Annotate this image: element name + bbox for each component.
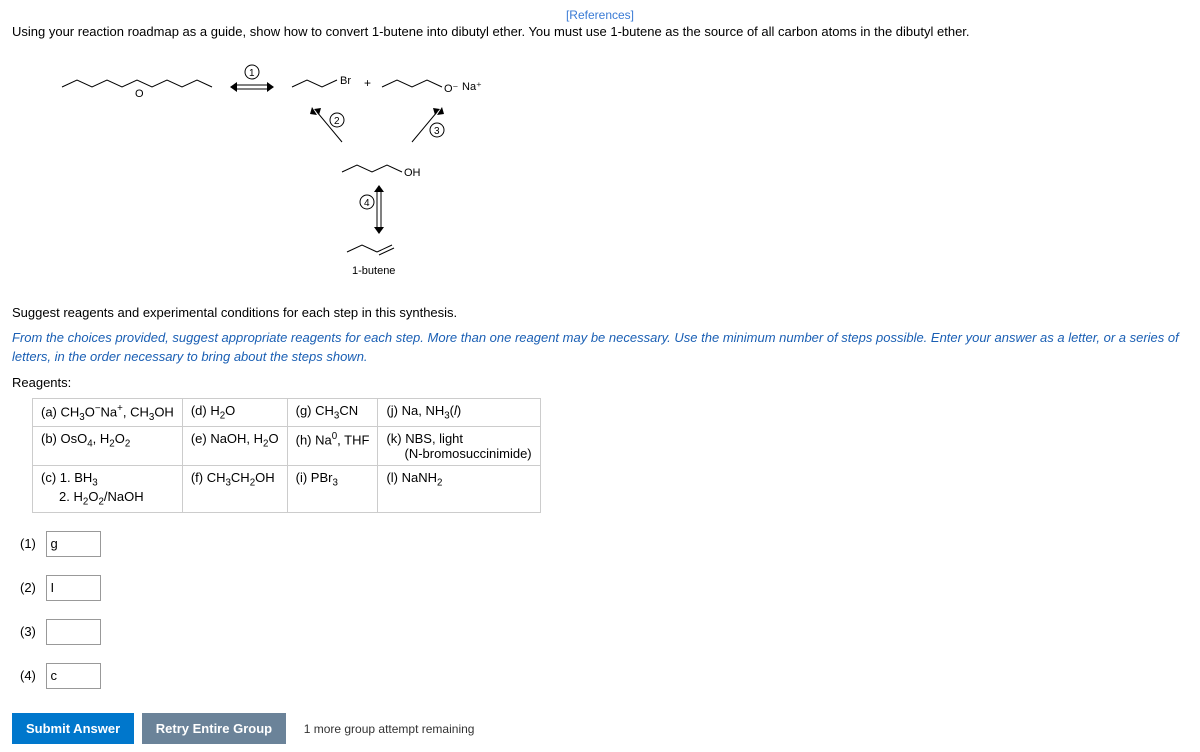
- reagent-g: (g) CH3CN: [287, 398, 378, 427]
- retry-button[interactable]: Retry Entire Group: [142, 713, 286, 744]
- reaction-scheme: O 1 Br + O⁻ Na⁺ 2 3 OH 4 1-butene: [42, 52, 1188, 285]
- step-3-label: 3: [434, 126, 440, 137]
- reagent-l: (l) NaNH2: [378, 466, 540, 512]
- answer-4-label: (4): [20, 668, 36, 683]
- reagents-table: (a) CH3O−Na+, CH3OH (d) H2O (g) CH3CN (j…: [32, 398, 541, 513]
- butene-label: 1-butene: [352, 265, 395, 277]
- detailed-instruction: From the choices provided, suggest appro…: [12, 328, 1188, 367]
- reagent-k: (k) NBS, light (N-bromosuccinimide): [378, 427, 540, 466]
- na-plus-label: Na⁺: [462, 81, 482, 93]
- step-2-label: 2: [334, 116, 340, 127]
- answer-2-input[interactable]: [46, 575, 101, 601]
- reagent-d: (d) H2O: [182, 398, 287, 427]
- submit-button[interactable]: Submit Answer: [12, 713, 134, 744]
- question-text: Using your reaction roadmap as a guide, …: [12, 22, 1188, 42]
- svg-text:O: O: [135, 88, 144, 100]
- reagent-c: (c) 1. BH3 2. H2O2/NaOH: [33, 466, 183, 512]
- answer-1-input[interactable]: [46, 531, 101, 557]
- reagent-b: (b) OsO4, H2O2: [33, 427, 183, 466]
- step-1-label: 1: [249, 68, 255, 79]
- reagent-i: (i) PBr3: [287, 466, 378, 512]
- references-link[interactable]: [References]: [12, 8, 1188, 22]
- plus-sign: +: [364, 76, 371, 90]
- attempts-remaining: 1 more group attempt remaining: [304, 722, 475, 736]
- reagent-h: (h) Na0, THF: [287, 427, 378, 466]
- o-minus-label: O⁻: [444, 83, 459, 95]
- reagent-f: (f) CH3CH2OH: [182, 466, 287, 512]
- oh-label: OH: [404, 167, 421, 179]
- reagent-a: (a) CH3O−Na+, CH3OH: [33, 398, 183, 427]
- step-4-label: 4: [364, 198, 370, 209]
- answer-1-label: (1): [20, 536, 36, 551]
- answer-2-label: (2): [20, 580, 36, 595]
- answer-3-input[interactable]: [46, 619, 101, 645]
- suggest-instruction: Suggest reagents and experimental condit…: [12, 305, 1188, 320]
- reagent-e: (e) NaOH, H2O: [182, 427, 287, 466]
- answer-3-label: (3): [20, 624, 36, 639]
- reagents-heading: Reagents:: [12, 375, 1188, 390]
- answer-4-input[interactable]: [46, 663, 101, 689]
- reagent-j: (j) Na, NH3(l): [378, 398, 540, 427]
- br-label: Br: [340, 75, 351, 87]
